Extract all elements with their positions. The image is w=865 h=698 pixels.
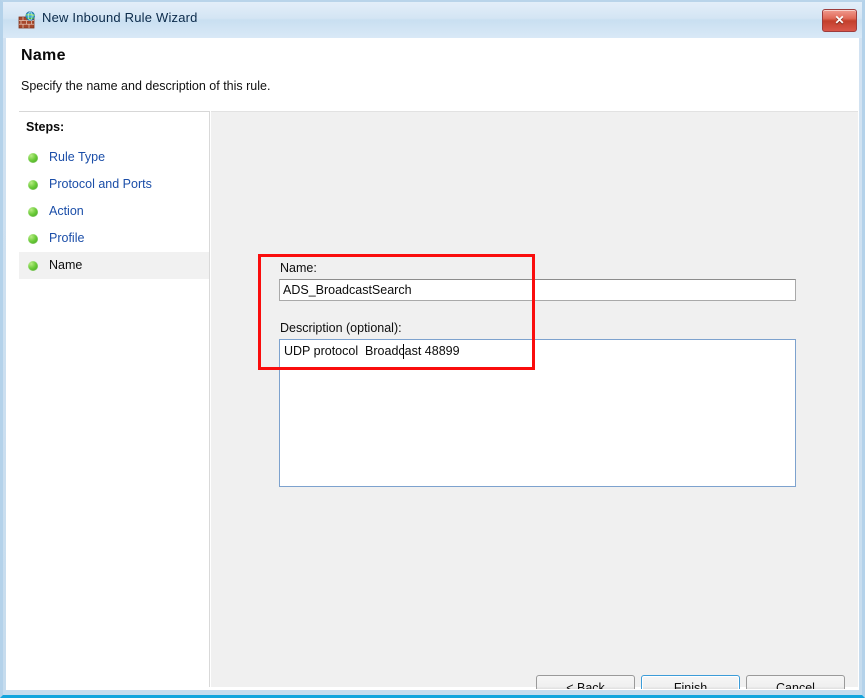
step-complete-icon — [28, 234, 38, 244]
steps-list: Rule Type Protocol and Ports Action Prof… — [19, 144, 209, 279]
sidebar-item-name: Name — [19, 252, 209, 279]
description-input[interactable] — [280, 340, 795, 486]
window-title: New Inbound Rule Wizard — [42, 10, 198, 25]
title-bar: New Inbound Rule Wizard ✕ — [3, 2, 862, 38]
sidebar-item-label: Protocol and Ports — [49, 177, 152, 191]
text-cursor — [403, 344, 404, 359]
page-header: Name Specify the name and description of… — [7, 39, 858, 111]
steps-sidebar: Steps: Rule Type Protocol and Ports Acti… — [19, 111, 210, 687]
finish-button[interactable]: Finish — [641, 675, 740, 689]
sidebar-item-label: Profile — [49, 231, 85, 245]
step-complete-icon — [28, 180, 38, 190]
content-panel: Name: Description (optional): < Back Fin… — [211, 111, 858, 689]
close-icon: ✕ — [834, 13, 845, 27]
sidebar-item-action[interactable]: Action — [19, 198, 209, 225]
description-field-wrapper — [279, 339, 796, 487]
step-complete-icon — [28, 261, 38, 271]
page-subtitle: Specify the name and description of this… — [21, 79, 271, 93]
wizard-window: New Inbound Rule Wizard ✕ Name Specify t… — [0, 0, 865, 698]
client-area: Name Specify the name and description of… — [6, 38, 859, 690]
sidebar-item-label: Name — [49, 258, 83, 272]
sidebar-item-rule-type[interactable]: Rule Type — [19, 144, 209, 171]
step-complete-icon — [28, 207, 38, 217]
sidebar-item-profile[interactable]: Profile — [19, 225, 209, 252]
description-field-label: Description (optional): — [280, 321, 402, 335]
sidebar-item-protocol-and-ports[interactable]: Protocol and Ports — [19, 171, 209, 198]
sidebar-item-label: Action — [49, 204, 84, 218]
page-title: Name — [21, 47, 66, 64]
sidebar-item-label: Rule Type — [49, 150, 106, 164]
steps-header: Steps: — [26, 120, 65, 134]
name-field-label: Name: — [280, 261, 317, 275]
firewall-brick-globe-icon — [18, 11, 36, 29]
close-button[interactable]: ✕ — [822, 9, 857, 32]
cancel-button[interactable]: Cancel — [746, 675, 845, 689]
name-input[interactable] — [279, 279, 796, 301]
back-button[interactable]: < Back — [536, 675, 635, 689]
step-complete-icon — [28, 153, 38, 163]
